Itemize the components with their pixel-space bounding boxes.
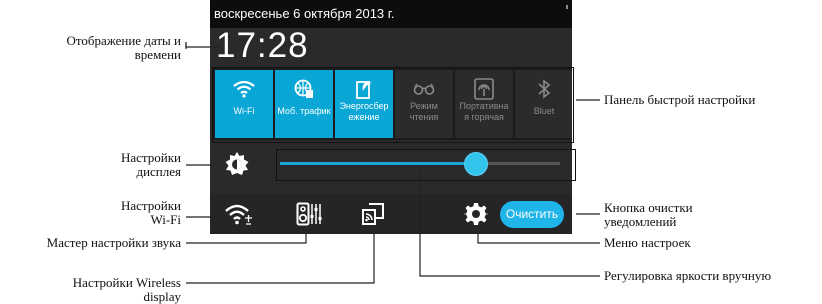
annotation-settings-menu: Меню настроек xyxy=(604,235,691,250)
annotation-brightness-manual: Регулировка яркости вручную xyxy=(604,268,772,283)
annotation-line: Отображение даты и xyxy=(66,33,181,48)
wifi-settings-icon[interactable] xyxy=(224,200,254,228)
annotation-line: display xyxy=(143,289,181,304)
annotation-line: Настройки Wireless xyxy=(72,275,181,290)
status-bar: воскресенье 6 октября 2013 г. xyxy=(210,0,572,28)
annotation-line: уведомлений xyxy=(604,214,677,229)
clock-time: 17:28 xyxy=(216,26,309,65)
settings-gear-icon[interactable] xyxy=(461,200,491,228)
annotation-line: времени xyxy=(134,47,181,62)
annotation-line: Настройки xyxy=(121,198,181,213)
wireless-display-icon[interactable] xyxy=(358,200,388,228)
annotation-quick-settings-panel: Панель быстрой настройки xyxy=(604,92,756,107)
annotation-line: Настройки xyxy=(121,150,181,165)
annotation-sound-wizard: Мастер настройки звука xyxy=(46,235,181,250)
annotation-line: Wi-Fi xyxy=(150,212,181,227)
clear-notifications-button[interactable]: Очистить xyxy=(500,201,564,228)
annotation-line: дисплея xyxy=(136,164,181,179)
annotation-clear-button: Кнопка очистки уведомлений xyxy=(604,201,693,229)
annotation-date-time: Отображение даты и времени xyxy=(67,34,181,62)
bottom-toolbar: Очистить xyxy=(210,194,572,234)
annotation-display-settings: Настройки дисплея xyxy=(121,151,181,179)
annotation-wifi-settings: Настройки Wi-Fi xyxy=(121,199,181,227)
annotation-line: Кнопка очистки xyxy=(604,200,693,215)
brightness-slider-highlight xyxy=(276,149,576,181)
brightness-icon[interactable] xyxy=(224,151,250,177)
status-indicator-icon xyxy=(566,5,568,9)
annotation-wireless-display: Настройки Wireless display xyxy=(73,276,181,304)
quick-settings-highlight xyxy=(212,67,574,143)
sound-wizard-icon[interactable] xyxy=(294,200,324,228)
status-date: воскресенье 6 октября 2013 г. xyxy=(214,6,395,21)
